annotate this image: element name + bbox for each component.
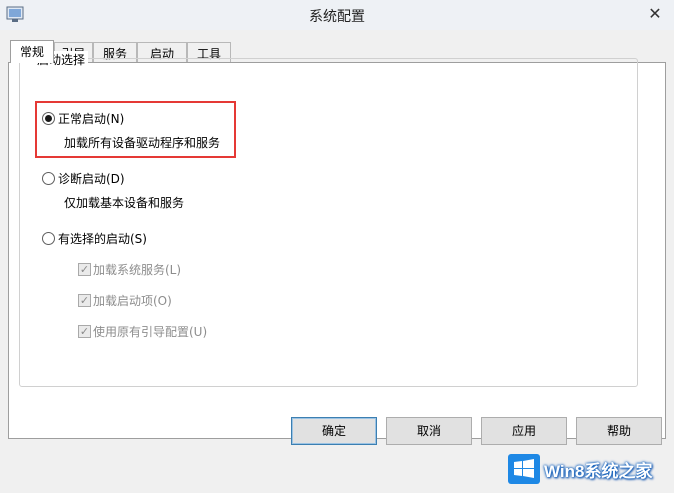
highlight-box bbox=[35, 101, 236, 158]
ok-button[interactable]: 确定 bbox=[291, 417, 377, 445]
radio-diagnostic-startup[interactable] bbox=[42, 172, 55, 185]
watermark: Win8系统之家 bbox=[508, 450, 674, 488]
load-startup-items-label: 加载启动项(O) bbox=[93, 294, 172, 308]
load-system-services-label: 加载系统服务(L) bbox=[93, 263, 182, 277]
close-icon: ✕ bbox=[648, 3, 662, 23]
radio-selective-startup[interactable] bbox=[42, 232, 55, 245]
selective-startup-label[interactable]: 有选择的启动(S) bbox=[58, 230, 147, 247]
diagnostic-startup-description: 仅加载基本设备和服务 bbox=[64, 196, 185, 210]
window-title: 系统配置 bbox=[309, 9, 365, 25]
close-button[interactable]: ✕ bbox=[640, 2, 670, 24]
diagnostic-startup-label[interactable]: 诊断启动(D) bbox=[58, 170, 125, 187]
title-bar: 系统配置 ✕ bbox=[0, 0, 674, 31]
tab-general[interactable]: 常规 bbox=[10, 40, 54, 63]
load-system-services-checkbox[interactable]: ✓ bbox=[78, 263, 91, 276]
use-original-boot-config-label: 使用原有引导配置(U) bbox=[93, 325, 208, 339]
use-original-boot-config-checkbox[interactable]: ✓ bbox=[78, 325, 91, 338]
windows-logo-icon bbox=[508, 454, 540, 484]
load-startup-items-checkbox[interactable]: ✓ bbox=[78, 294, 91, 307]
help-button[interactable]: 帮助 bbox=[576, 417, 662, 445]
cancel-button[interactable]: 取消 bbox=[386, 417, 472, 445]
apply-button[interactable]: 应用 bbox=[481, 417, 567, 445]
watermark-text: Win8系统之家 bbox=[544, 461, 653, 481]
